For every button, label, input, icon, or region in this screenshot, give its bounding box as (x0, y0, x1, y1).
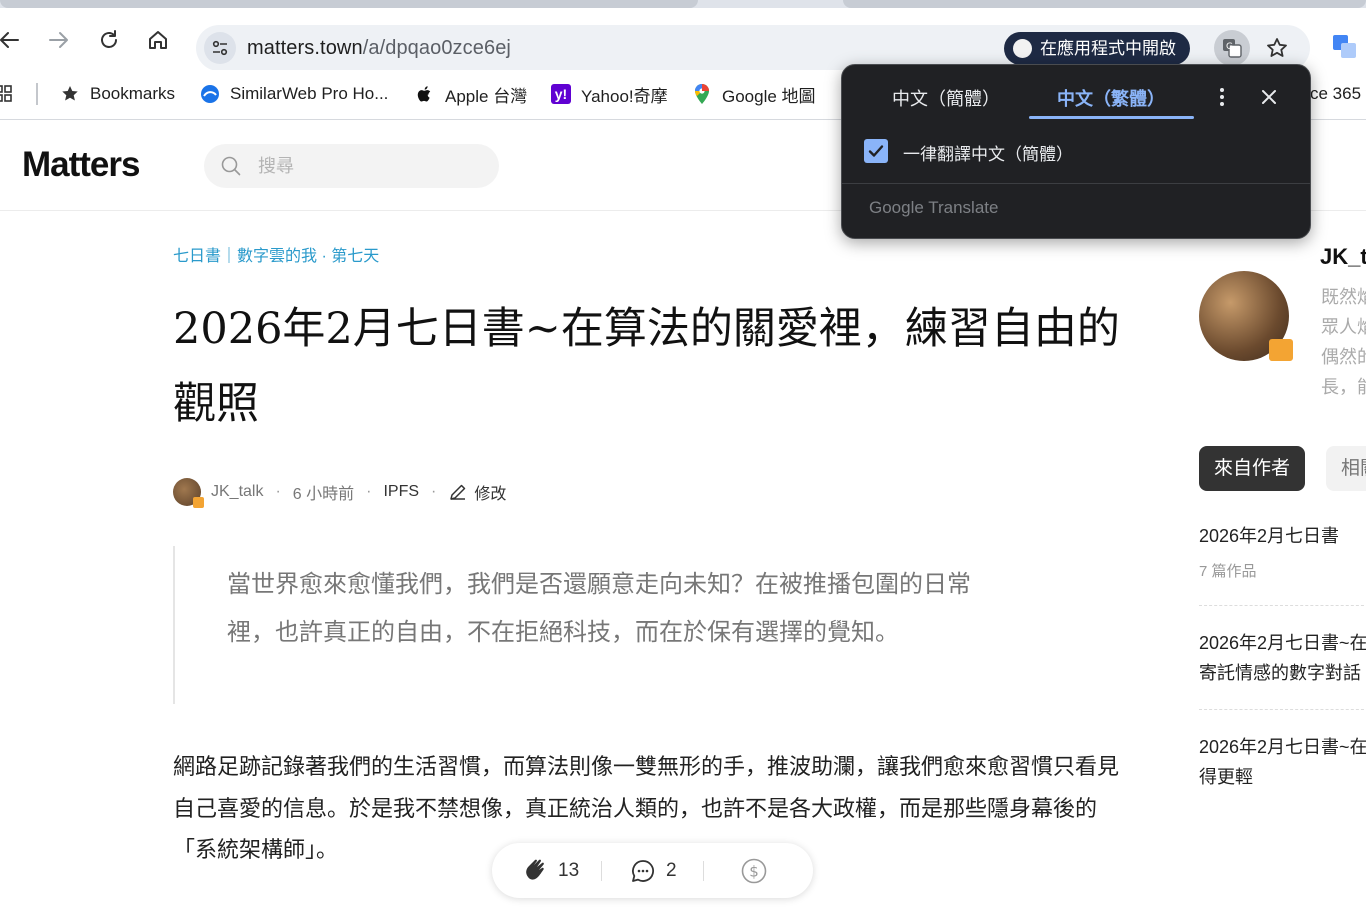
divider (703, 861, 704, 881)
bookmark-item[interactable]: Bookmarks (60, 80, 175, 108)
tab-related[interactable]: 相關 (1326, 446, 1366, 491)
edit-button[interactable]: 修改 (448, 480, 506, 504)
edit-label: 修改 (474, 486, 507, 503)
clap-icon (522, 857, 550, 885)
sidebar-collection-count: 7 篇作品 (1199, 563, 1257, 580)
active-tab-indicator (1029, 116, 1194, 119)
tab-traditional-chinese[interactable]: 中文（繁體） (1057, 85, 1165, 111)
sidebar-article-link[interactable]: 2026年2月七日書~在 得更輕 (1199, 732, 1366, 792)
url-text[interactable]: matters.town/a/dpqao0zce6ej (247, 37, 511, 60)
browser-toolbar: matters.town/a/dpqao0zce6ej 在應用程式中開啟 G (0, 8, 1366, 71)
yahoo-icon: y! (551, 84, 571, 104)
apple-icon (415, 84, 435, 104)
app-icon (1013, 39, 1032, 58)
comment-button[interactable]: 2 (630, 857, 677, 885)
search-input[interactable] (258, 154, 478, 178)
ipfs-link[interactable]: IPFS (383, 483, 419, 501)
bookmarks-divider (36, 83, 38, 105)
bookmark-label: ce 365 (1310, 84, 1362, 103)
author-link[interactable]: JK_talk (211, 483, 263, 501)
home-icon[interactable] (144, 26, 172, 54)
separator: · (275, 483, 281, 500)
tab-from-author[interactable]: 來自作者 (1199, 446, 1305, 491)
article-action-bar: 13 2 $ (492, 843, 813, 898)
divider (1199, 709, 1366, 710)
bookmark-item[interactable]: Apple 台灣 (415, 80, 527, 108)
url-host: matters.town (247, 37, 363, 59)
divider (1199, 605, 1366, 606)
bookmark-item[interactable]: ce 365 (1310, 80, 1361, 108)
bookmark-item[interactable]: y! Yahoo!奇摩 (551, 80, 668, 108)
site-logo[interactable]: Matters (22, 145, 140, 185)
svg-text:G: G (1226, 42, 1233, 52)
article-title: 2026年2月七日書~在算法的關愛裡，練習自由的觀照 (173, 304, 1120, 429)
browser-tab[interactable] (843, 0, 1366, 8)
publish-time: 6 小時前 (292, 486, 355, 503)
article-meta: JK_talk · 6 小時前 · IPFS · 修改 (173, 478, 506, 508)
sidebar-collection-title[interactable]: 2026年2月七日書 (1199, 521, 1366, 551)
open-in-app-button[interactable]: 在應用程式中開啟 (1004, 32, 1190, 65)
bookmark-item[interactable]: SimilarWeb Pro Ho... (200, 80, 388, 108)
bookmark-star-icon[interactable] (1262, 33, 1292, 63)
clap-count: 13 (558, 860, 580, 881)
divider (842, 183, 1310, 184)
always-translate-label[interactable]: 一律翻譯中文（簡體） (903, 140, 1073, 165)
search-icon (220, 155, 242, 182)
reload-icon[interactable] (95, 26, 123, 54)
comment-count: 2 (666, 860, 677, 881)
donate-button[interactable]: $ (740, 857, 768, 885)
open-in-app-label: 在應用程式中開啟 (1040, 39, 1176, 58)
dollar-coin-icon: $ (740, 857, 768, 885)
separator: · (431, 483, 437, 500)
sidebar-author-bio: 既然焰 眾人焰 偶然的 長，能 (1321, 287, 1366, 397)
comment-icon (630, 858, 656, 884)
bookmark-label: Apple 台灣 (445, 86, 528, 106)
similarweb-icon (200, 84, 220, 104)
badge-icon (193, 497, 204, 508)
extension-icon[interactable] (1330, 32, 1360, 62)
back-icon[interactable] (0, 26, 23, 54)
bookmark-item[interactable]: Google 地圖 (692, 80, 816, 108)
pencil-icon (448, 482, 468, 502)
divider (601, 861, 602, 881)
close-icon[interactable] (1257, 85, 1281, 109)
article-summary-quote: 當世界愈來愈懂我們，我們是否還願意走向未知？在被推播包圍的日常裡，也許真正的自由… (173, 546, 993, 704)
translate-popup: 中文（簡體） 中文（繁體） 一律翻譯中文（簡體） Google Translat… (841, 64, 1311, 239)
forward-icon[interactable] (45, 26, 73, 54)
bookmark-label: Google 地圖 (722, 86, 816, 106)
avatar[interactable] (173, 478, 204, 508)
bookmark-label: Yahoo!奇摩 (581, 86, 668, 106)
sidebar-article-link[interactable]: 2026年2月七日書~在 寄託情感的數字對話 (1199, 628, 1366, 688)
bookmark-label: SimilarWeb Pro Ho... (230, 84, 389, 103)
star-icon (60, 84, 80, 104)
more-options-icon[interactable] (1212, 85, 1232, 109)
clap-button[interactable]: 13 (522, 857, 579, 885)
bookmark-label: Bookmarks (90, 84, 176, 103)
site-info-icon[interactable] (204, 32, 236, 64)
browser-tab[interactable] (0, 0, 698, 8)
tab-simplified-chinese[interactable]: 中文（簡體） (892, 85, 1000, 111)
sidebar-author-avatar[interactable] (1199, 271, 1293, 361)
maps-pin-icon (692, 84, 712, 104)
url-path: /a/dpqao0zce6ej (362, 37, 511, 59)
google-translate-brand: Google Translate (869, 198, 999, 217)
search-box[interactable] (204, 144, 499, 188)
apps-grid-icon[interactable] (0, 80, 18, 108)
svg-text:$: $ (749, 863, 759, 881)
sidebar-author-name[interactable]: JK_t (1320, 244, 1366, 270)
badge-icon (1269, 339, 1293, 361)
separator: · (366, 483, 372, 500)
always-translate-checkbox[interactable] (864, 139, 888, 163)
translate-icon[interactable]: G (1214, 30, 1250, 66)
breadcrumb[interactable]: 七日書｜數字雲的我 · 第七天 (173, 242, 379, 266)
